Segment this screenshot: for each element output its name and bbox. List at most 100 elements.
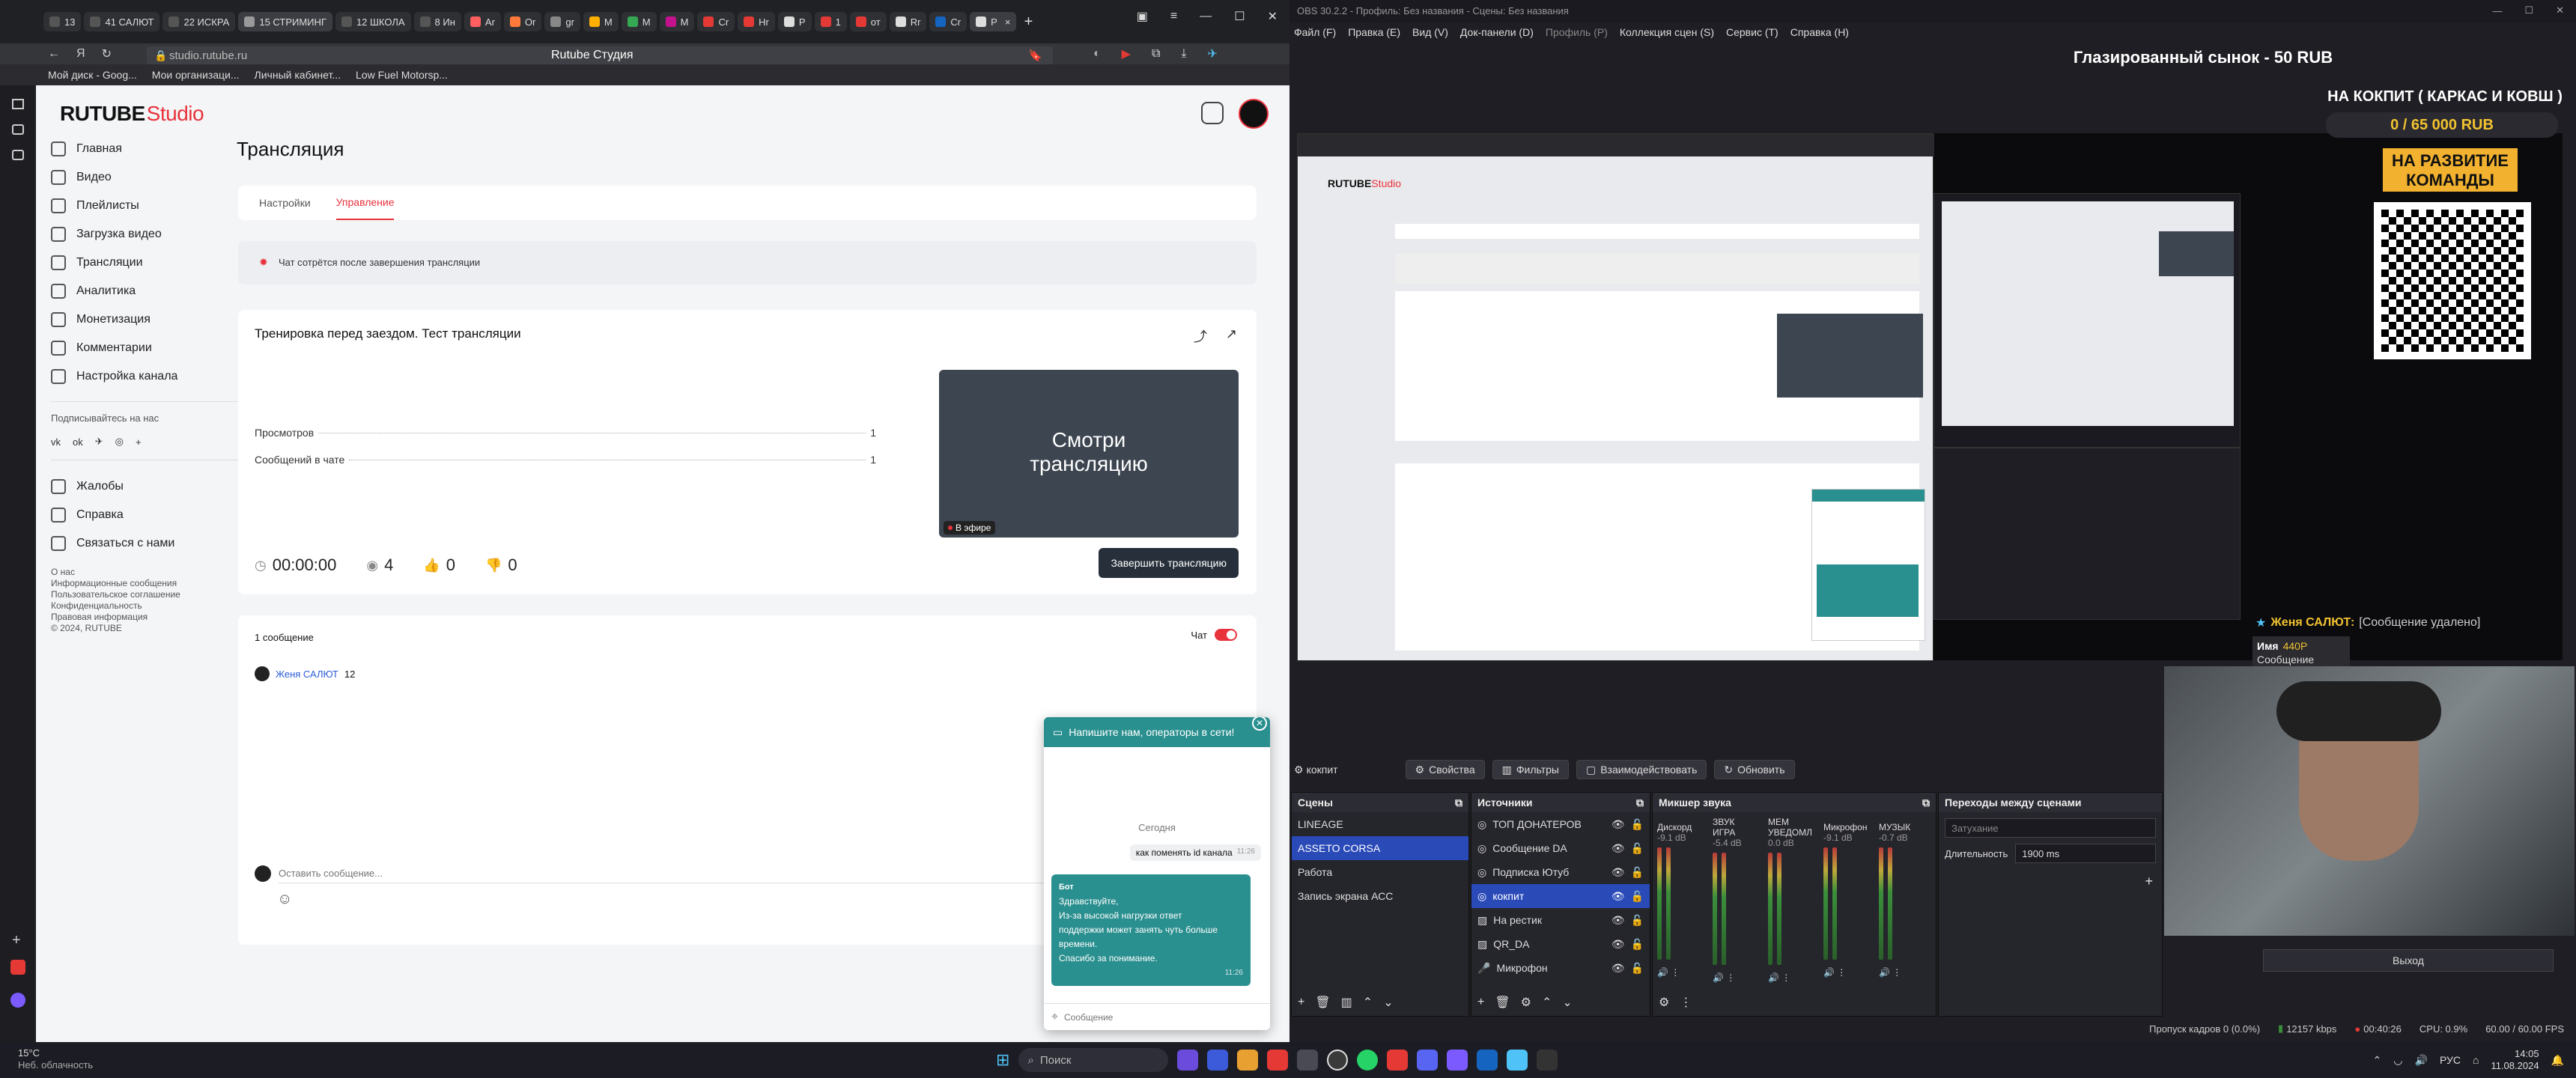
menu-view[interactable]: Вид (V) (1412, 26, 1448, 38)
taskbar-app-icon[interactable] (1177, 1050, 1199, 1071)
avatar[interactable] (1239, 99, 1269, 129)
reload-icon[interactable]: ↻ (102, 46, 112, 61)
discord-icon[interactable] (1417, 1050, 1439, 1071)
eye-icon[interactable]: 👁 (1611, 818, 1625, 831)
screenshot-icon[interactable]: ⧉ (1152, 47, 1160, 61)
tab-item[interactable]: Ar (464, 12, 501, 31)
nav-item-comments[interactable]: Комментарии (51, 334, 238, 362)
source-item[interactable]: ◎ ТОП ДОНАТЕРОВ 👁 🔓 (1471, 812, 1650, 836)
taskbar-search[interactable]: ⌕ Поиск (1018, 1048, 1169, 1072)
menu-docks[interactable]: Док-панели (D) (1460, 26, 1534, 38)
youtube-ext-icon[interactable]: ▶ (1122, 46, 1131, 61)
nav-item-channel-settings[interactable]: Настройка канала (51, 362, 238, 391)
maximize-icon[interactable]: ☐ (2524, 4, 2533, 16)
lock-icon[interactable]: 🔓 (1631, 866, 1644, 879)
wifi-icon[interactable]: ◡ (2393, 1054, 2402, 1067)
menu-file[interactable]: Файл (F) (1294, 26, 1336, 38)
attach-icon[interactable]: ⌖ (1051, 1011, 1058, 1024)
up-icon[interactable]: ⌃ (1542, 995, 1552, 1010)
eye-icon[interactable]: 👁 (1611, 866, 1625, 879)
chevron-up-icon[interactable]: ⌃ (2373, 1054, 2382, 1067)
nav-item-home[interactable]: Главная (51, 135, 238, 163)
tab-item[interactable]: 41 САЛЮТ (84, 12, 160, 31)
tab-item[interactable]: Or (503, 12, 542, 31)
nav-item-contact[interactable]: Связаться с нами (51, 529, 238, 558)
add-icon[interactable]: + (12, 933, 24, 948)
exit-button[interactable]: Выход (2263, 949, 2554, 972)
up-icon[interactable]: ⌃ (1363, 995, 1373, 1010)
tab-item[interactable]: gr (544, 12, 580, 31)
bookmark-item[interactable]: Мой диск - Goog... (48, 69, 137, 81)
down-icon[interactable]: ⌄ (1562, 995, 1572, 1010)
end-stream-button[interactable]: Завершить трансляцию (1099, 548, 1239, 578)
eye-icon[interactable]: 👁 (1611, 890, 1625, 903)
source-item[interactable]: ◎ Подписка Ютуб 👁 🔓 (1471, 860, 1650, 884)
filter-icon[interactable]: ▥ (1341, 995, 1352, 1010)
tab-item[interactable]: 1 (814, 12, 847, 31)
address-bar[interactable]: 🔒 studio.rutube.ru Rutube Студия 🔖 (147, 46, 1053, 64)
more-icon[interactable]: ⋮ (1680, 995, 1692, 1010)
bookmark-item[interactable]: Мои организаци... (152, 69, 240, 81)
taskbar-app-icon[interactable] (1387, 1050, 1409, 1071)
notifications-icon[interactable]: 🔔 (2551, 1054, 2564, 1067)
eye-icon[interactable]: 👁 (1611, 914, 1625, 927)
footer-link[interactable]: Информационные сообщения (51, 578, 238, 589)
assistant-icon[interactable] (10, 993, 25, 1008)
tab-item-active[interactable]: Р × (970, 12, 1017, 31)
tab-item[interactable]: 8 Ин (413, 12, 461, 31)
translate-icon[interactable]: ◐ (1093, 47, 1101, 61)
interact-button[interactable]: ▢ Взаимодействовать (1576, 760, 1707, 779)
down-icon[interactable]: ⌄ (1383, 995, 1393, 1010)
source-item[interactable]: ▨ QR_DA 👁 🔓 (1471, 932, 1650, 956)
telegram-icon[interactable]: ✈ (95, 436, 103, 448)
add-icon[interactable]: + (1477, 996, 1484, 1009)
tab-item[interactable]: Rr (889, 12, 927, 31)
speaker-icon[interactable]: 🔊 ⋮ (1879, 967, 1925, 978)
source-item[interactable]: ◎ Сообщение DA 👁 🔓 (1471, 836, 1650, 860)
lock-icon[interactable]: 🔓 (1631, 938, 1644, 951)
scene-item[interactable]: LINEAGE (1292, 812, 1468, 836)
menu-icon[interactable]: ≡ (1170, 10, 1177, 23)
source-item-selected[interactable]: ◎ кокпит 👁 🔓 (1471, 884, 1650, 908)
tab-item[interactable]: 12 ШКОЛА (335, 12, 411, 31)
nav-item-video[interactable]: Видео (51, 163, 238, 192)
tab-item[interactable]: 15 СТРИМИНГ (238, 12, 332, 31)
dock-float-icon[interactable]: ⧉ (1922, 797, 1930, 809)
yandex-icon[interactable]: Я (76, 47, 85, 61)
add-icon[interactable]: + (1298, 996, 1304, 1009)
whatsapp-icon[interactable] (1357, 1050, 1379, 1071)
filters-button[interactable]: ▥ Фильтры (1492, 760, 1569, 779)
footer-link[interactable]: О нас (51, 567, 238, 578)
viber-icon[interactable]: ◎ (115, 436, 124, 448)
footer-link[interactable]: Конфиденциальность (51, 600, 238, 612)
minimize-icon[interactable]: — (1200, 10, 1212, 23)
terminal-icon[interactable] (1537, 1050, 1558, 1071)
eye-icon[interactable]: 👁 (1611, 938, 1625, 951)
support-input[interactable] (1064, 1011, 1263, 1023)
lock-icon[interactable]: 🔓 (1631, 842, 1644, 855)
tab-item[interactable]: от (849, 12, 887, 31)
tab-item[interactable]: 13 (43, 12, 82, 31)
market-icon[interactable] (10, 960, 25, 975)
scene-item[interactable]: Работа (1292, 860, 1468, 884)
footer-link[interactable]: Пользовательское соглашение (51, 589, 238, 600)
tab-item[interactable]: Р (777, 12, 812, 31)
dock-float-icon[interactable]: ⧉ (1455, 797, 1462, 809)
taskbar-app-icon[interactable] (1477, 1050, 1498, 1071)
gear-icon[interactable]: ⚙ (1659, 995, 1669, 1010)
messenger-icon[interactable] (12, 150, 24, 160)
weather-widget[interactable]: 15°C Неб. облачность (18, 1047, 93, 1071)
ok-icon[interactable]: ok (73, 436, 83, 448)
telegram-ext-icon[interactable]: ✈ (1208, 46, 1218, 61)
source-item[interactable]: 🎤 Микрофон 👁 🔓 (1471, 956, 1650, 980)
nav-item-analytics[interactable]: Аналитика (51, 277, 238, 305)
obs-icon[interactable] (1327, 1050, 1349, 1071)
taskbar-app-icon[interactable] (1207, 1050, 1229, 1071)
trash-icon[interactable]: 🗑 (1495, 995, 1510, 1010)
tab-item[interactable]: 22 ИСКРА (162, 12, 236, 31)
close-icon[interactable]: ✕ (2556, 4, 2564, 16)
tab-item[interactable]: Cr (929, 12, 967, 31)
maximize-icon[interactable]: ☐ (1234, 9, 1245, 24)
language-indicator[interactable]: РУС (2440, 1054, 2461, 1066)
tab-settings[interactable]: Настройки (259, 197, 311, 209)
